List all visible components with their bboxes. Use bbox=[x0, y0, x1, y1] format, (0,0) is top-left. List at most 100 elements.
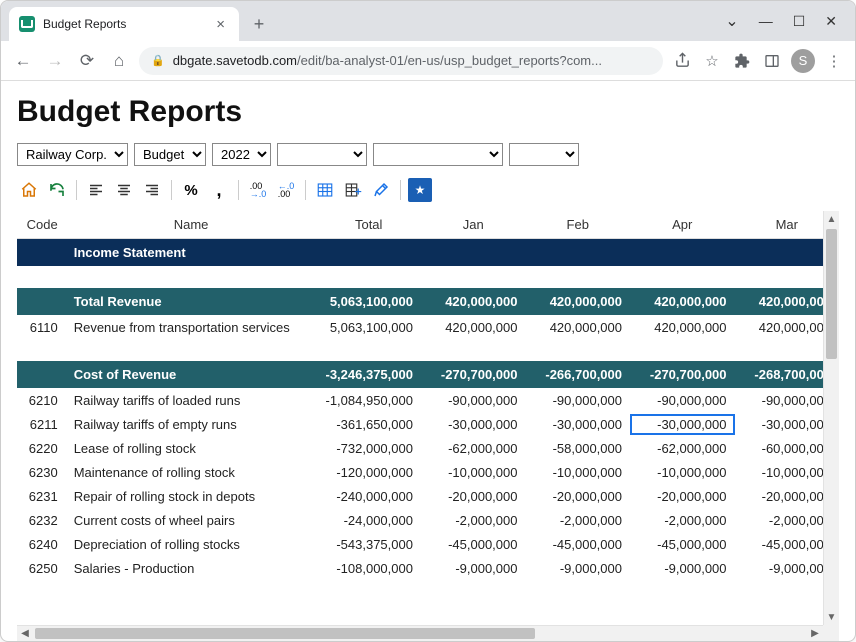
close-tab-icon[interactable]: × bbox=[212, 16, 229, 33]
cell-code[interactable]: 6220 bbox=[17, 438, 66, 459]
home-icon[interactable] bbox=[17, 178, 41, 202]
col-header-code[interactable]: Code bbox=[17, 211, 66, 238]
table-row[interactable]: 6232Current costs of wheel pairs-24,000,… bbox=[17, 508, 839, 532]
cell-feb[interactable]: -58,000,000 bbox=[525, 438, 630, 459]
table-row[interactable]: 6230Maintenance of rolling stock-120,000… bbox=[17, 460, 839, 484]
cell-code[interactable]: 6240 bbox=[17, 534, 66, 555]
table-row[interactable]: 6110Revenue from transportation services… bbox=[17, 315, 839, 339]
browser-tab[interactable]: Budget Reports × bbox=[9, 7, 239, 41]
cell-jan[interactable]: -20,000,000 bbox=[421, 486, 526, 507]
cell-jan[interactable]: -62,000,000 bbox=[421, 438, 526, 459]
decrease-decimal-icon[interactable]: ←.0.00 bbox=[274, 178, 298, 202]
refresh-icon[interactable] bbox=[45, 178, 69, 202]
cell-total[interactable]: -732,000,000 bbox=[316, 438, 421, 459]
table-row[interactable]: 6240Depreciation of rolling stocks-543,3… bbox=[17, 532, 839, 556]
cell-feb[interactable]: -45,000,000 bbox=[525, 534, 630, 555]
url-box[interactable]: 🔒 dbgate.savetodb.com/edit/ba-analyst-01… bbox=[139, 47, 663, 75]
filter-extra-3[interactable] bbox=[509, 143, 579, 166]
vertical-scroll-thumb[interactable] bbox=[826, 229, 837, 359]
col-header-name[interactable]: Name bbox=[66, 211, 317, 238]
vertical-scrollbar[interactable]: ▲ ▼ bbox=[823, 211, 839, 625]
cell-code[interactable]: 6110 bbox=[17, 317, 66, 338]
table-options-icon[interactable] bbox=[341, 178, 365, 202]
align-right-icon[interactable] bbox=[140, 178, 164, 202]
chevron-down-icon[interactable]: ⌄ bbox=[725, 11, 738, 31]
profile-avatar[interactable]: S bbox=[791, 49, 815, 73]
cell-feb[interactable]: -90,000,000 bbox=[525, 390, 630, 411]
cell-apr[interactable]: -30,000,000 bbox=[630, 414, 735, 435]
minimize-icon[interactable]: ― bbox=[759, 13, 773, 29]
cell-jan[interactable]: -2,000,000 bbox=[421, 510, 526, 531]
align-left-icon[interactable] bbox=[84, 178, 108, 202]
maximize-icon[interactable]: ☐ bbox=[793, 13, 806, 30]
cell-apr[interactable]: -20,000,000 bbox=[630, 486, 735, 507]
back-button[interactable]: ← bbox=[11, 49, 35, 73]
bookmark-star-icon[interactable]: ☆ bbox=[701, 52, 723, 70]
cell-total[interactable]: -361,650,000 bbox=[316, 414, 421, 435]
table-icon[interactable] bbox=[313, 178, 337, 202]
cell-apr[interactable]: -2,000,000 bbox=[630, 510, 735, 531]
cell-name[interactable]: Salaries - Production bbox=[66, 558, 317, 579]
settings-tools-icon[interactable] bbox=[369, 178, 393, 202]
cell-apr[interactable]: -45,000,000 bbox=[630, 534, 735, 555]
filter-scenario[interactable]: Budget bbox=[134, 143, 206, 166]
cell-apr[interactable]: -9,000,000 bbox=[630, 558, 735, 579]
star-action-icon[interactable]: ★ bbox=[408, 178, 432, 202]
cell-name[interactable]: Revenue from transportation services bbox=[66, 317, 317, 338]
extensions-icon[interactable] bbox=[731, 53, 753, 69]
col-header-total[interactable]: Total bbox=[316, 211, 421, 238]
col-header-apr[interactable]: Apr bbox=[630, 211, 735, 238]
cell-feb[interactable]: -2,000,000 bbox=[525, 510, 630, 531]
cell-total[interactable]: -120,000,000 bbox=[316, 462, 421, 483]
cell-jan[interactable]: -9,000,000 bbox=[421, 558, 526, 579]
filter-extra-1[interactable] bbox=[277, 143, 367, 166]
cell-jan[interactable]: -10,000,000 bbox=[421, 462, 526, 483]
cell-name[interactable]: Railway tariffs of empty runs bbox=[66, 414, 317, 435]
cell-name[interactable]: Lease of rolling stock bbox=[66, 438, 317, 459]
cell-total[interactable]: -108,000,000 bbox=[316, 558, 421, 579]
table-row[interactable]: 6210Railway tariffs of loaded runs-1,084… bbox=[17, 388, 839, 412]
increase-decimal-icon[interactable]: .00→.0 bbox=[246, 178, 270, 202]
cell-total[interactable]: -24,000,000 bbox=[316, 510, 421, 531]
cell-total[interactable]: -240,000,000 bbox=[316, 486, 421, 507]
cell-feb[interactable]: 420,000,000 bbox=[525, 317, 630, 338]
cell-feb[interactable]: -9,000,000 bbox=[525, 558, 630, 579]
close-window-icon[interactable]: ✕ bbox=[825, 13, 837, 30]
cell-jan[interactable]: -90,000,000 bbox=[421, 390, 526, 411]
new-tab-button[interactable]: + bbox=[245, 10, 273, 38]
table-row[interactable]: 6250Salaries - Production-108,000,000-9,… bbox=[17, 556, 839, 580]
cell-total[interactable]: 5,063,100,000 bbox=[316, 317, 421, 338]
cell-apr[interactable]: -10,000,000 bbox=[630, 462, 735, 483]
cell-jan[interactable]: 420,000,000 bbox=[421, 317, 526, 338]
table-row[interactable]: 6220Lease of rolling stock-732,000,000-6… bbox=[17, 436, 839, 460]
filter-year[interactable]: 2022 bbox=[212, 143, 271, 166]
table-row[interactable]: 6211Railway tariffs of empty runs-361,65… bbox=[17, 412, 839, 436]
align-center-icon[interactable] bbox=[112, 178, 136, 202]
cell-name[interactable]: Railway tariffs of loaded runs bbox=[66, 390, 317, 411]
filter-company[interactable]: Railway Corp. bbox=[17, 143, 128, 166]
cell-code[interactable]: 6231 bbox=[17, 486, 66, 507]
cell-name[interactable]: Current costs of wheel pairs bbox=[66, 510, 317, 531]
cell-code[interactable]: 6232 bbox=[17, 510, 66, 531]
cell-code[interactable]: 6210 bbox=[17, 390, 66, 411]
scroll-left-arrow[interactable]: ◀ bbox=[17, 626, 33, 641]
horizontal-scrollbar[interactable]: ◀ ▶ bbox=[17, 625, 823, 641]
reload-button[interactable]: ⟳ bbox=[75, 49, 99, 73]
percent-icon[interactable]: % bbox=[179, 178, 203, 202]
scroll-right-arrow[interactable]: ▶ bbox=[807, 626, 823, 641]
cell-name[interactable]: Depreciation of rolling stocks bbox=[66, 534, 317, 555]
kebab-menu-icon[interactable]: ⋮ bbox=[823, 52, 845, 70]
cell-jan[interactable]: -30,000,000 bbox=[421, 414, 526, 435]
scroll-down-arrow[interactable]: ▼ bbox=[824, 609, 839, 625]
horizontal-scroll-thumb[interactable] bbox=[35, 628, 535, 639]
cell-apr[interactable]: -90,000,000 bbox=[630, 390, 735, 411]
cell-code[interactable]: 6211 bbox=[17, 414, 66, 435]
share-icon[interactable] bbox=[671, 52, 693, 69]
table-row[interactable]: 6231Repair of rolling stock in depots-24… bbox=[17, 484, 839, 508]
cell-feb[interactable]: -10,000,000 bbox=[525, 462, 630, 483]
cell-apr[interactable]: 420,000,000 bbox=[630, 317, 735, 338]
cell-jan[interactable]: -45,000,000 bbox=[421, 534, 526, 555]
cell-name[interactable]: Repair of rolling stock in depots bbox=[66, 486, 317, 507]
col-header-jan[interactable]: Jan bbox=[421, 211, 526, 238]
cell-feb[interactable]: -30,000,000 bbox=[525, 414, 630, 435]
